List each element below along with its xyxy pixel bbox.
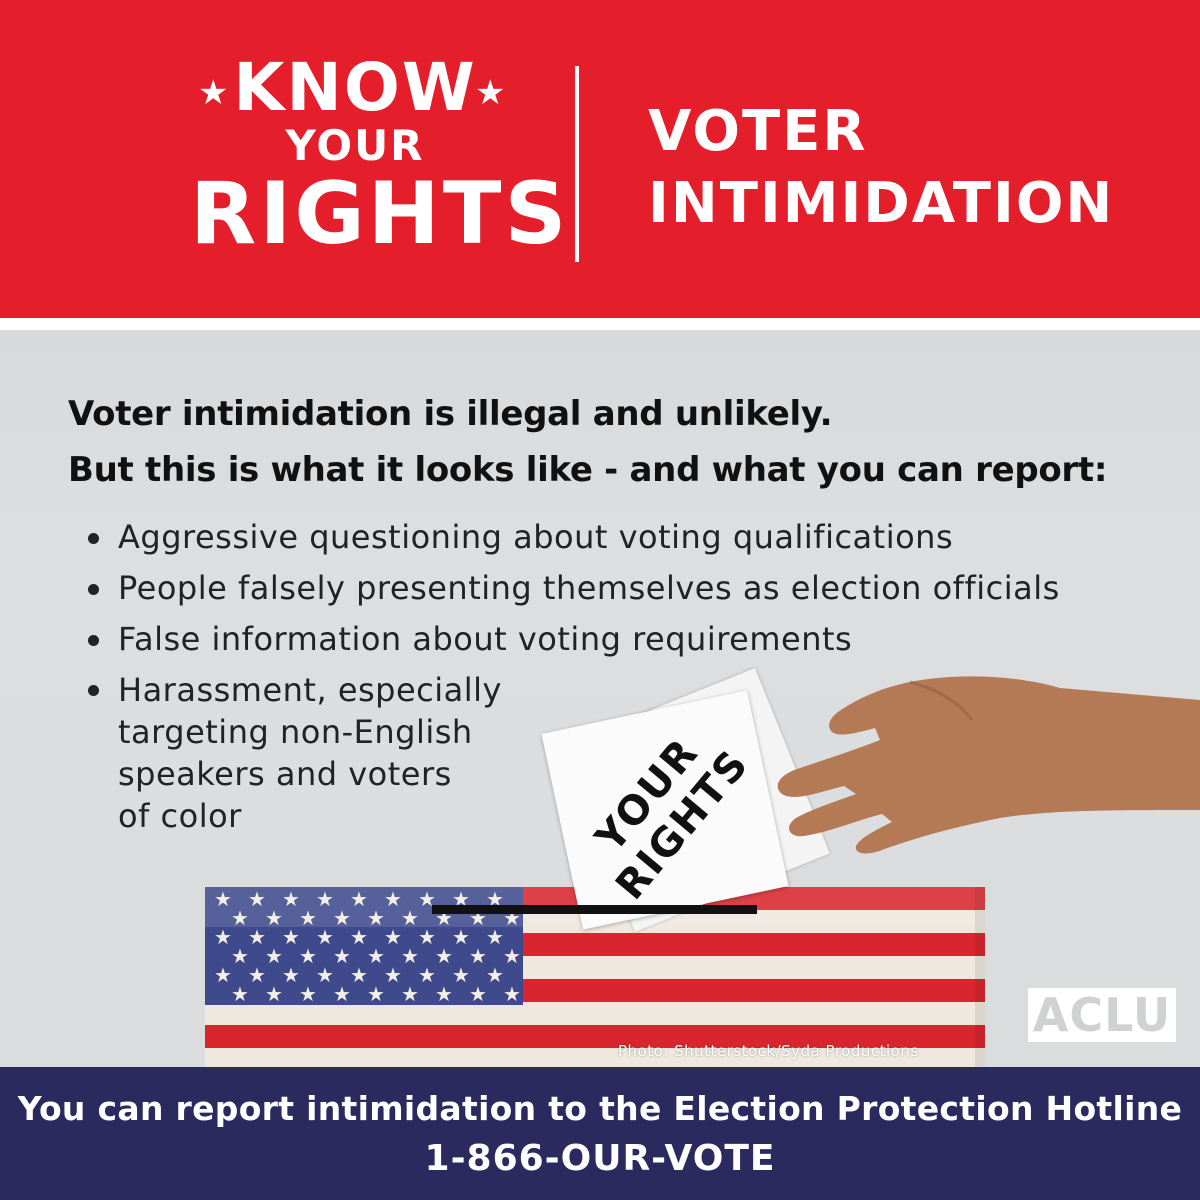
star-icon: ★ [282,925,300,949]
star-icon: ★ [299,906,317,930]
star-icon: ★ [214,925,232,949]
star-icon: ★ [367,944,385,968]
header-rule [0,318,1200,330]
star-icon: ★ [384,887,402,911]
header-banner: ★ ★ KNOW YOUR RIGHTS VOTER INTIMIDATION [0,0,1200,318]
list-item-line: targeting non-English [118,713,473,751]
star-icon: ★ [418,963,436,987]
star-icon: ★ [469,982,487,1006]
star-icon: ★ [333,944,351,968]
list-item: False information about voting requireme… [86,614,1060,665]
star-icon: ★ [231,982,249,1006]
star-icon: ★ [384,925,402,949]
star-icon: ★ [350,887,368,911]
hotline-number[interactable]: 1-866-OUR-VOTE [0,1137,1200,1181]
star-icon: ★ [435,982,453,1006]
list-item: Harassment, especially targeting non-Eng… [86,669,548,837]
header-divider [575,66,579,262]
star-icon: ★ [401,982,419,1006]
star-icon: ★ [299,982,317,1006]
aclu-logo: ACLU [1028,988,1176,1042]
list-item: People falsely presenting themselves as … [86,563,1060,614]
hand-icon [777,676,1200,854]
star-icon: ★ [469,944,487,968]
star-icon: ★ [367,982,385,1006]
star-icon: ★ [384,963,402,987]
badge-rights: RIGHTS [190,164,570,264]
star-icon: ★ [248,963,266,987]
star-icon: ★ [452,963,470,987]
star-icon: ★ [316,925,334,949]
star-icon: ★ [503,982,521,1006]
lead-line-1: Voter intimidation is illegal and unlike… [68,394,833,434]
footer-banner: You can report intimidation to the Elect… [0,1067,1200,1200]
star-icon: ★ [418,925,436,949]
star-icon: ★ [282,887,300,911]
star-icon: ★ [299,944,317,968]
star-icon: ★ [214,963,232,987]
star-icon: ★ [503,944,521,968]
star-icon: ★ [265,944,283,968]
footer-message: You can report intimidation to the Elect… [17,1089,1183,1128]
star-icon: ★ [282,963,300,987]
ballot-slot [432,905,757,914]
star-icon: ★ [316,963,334,987]
star-icon: ★ [401,906,419,930]
ballot-card: YOUR RIGHTS [541,690,789,930]
star-icon: ★ [401,944,419,968]
title-line-2: INTIMIDATION [648,171,1115,236]
star-icon: ★ [333,982,351,1006]
star-icon: ★ [231,944,249,968]
star-icon: ★ [316,887,334,911]
list-item-line: speakers and voters [118,755,452,793]
photo-credit: Photo: Shutterstock/Syda Productions [618,1042,919,1060]
list-item: Aggressive questioning about voting qual… [86,512,1060,563]
know-your-rights-badge: KNOW YOUR RIGHTS [190,49,570,264]
page-title: VOTER INTIMIDATION [648,96,1114,240]
star-icon: ★ [350,925,368,949]
lead-line-2: But this is what it looks like - and wha… [68,450,1108,490]
badge-your: YOUR [285,121,425,170]
star-icon: ★ [265,906,283,930]
list-item-line: Harassment, especially [118,671,502,709]
star-icon: ★ [486,925,504,949]
lead-text: Voter intimidation is illegal and unlike… [68,386,1168,498]
title-line-1: VOTER [648,99,868,164]
star-icon: ★ [367,906,385,930]
star-icon: ★ [486,963,504,987]
star-icon: ★ [231,906,249,930]
star-icon: ★ [214,887,232,911]
star-icon: ★ [350,963,368,987]
poster: ★ ★ KNOW YOUR RIGHTS VOTER INTIMIDATION … [0,0,1200,1200]
star-icon: ★ [452,925,470,949]
star-icon: ★ [248,925,266,949]
list-item-line: of color [118,797,242,835]
badge-know: KNOW [233,49,477,126]
star-icon: ★ [435,944,453,968]
star-icon: ★ [248,887,266,911]
star-icon: ★ [265,982,283,1006]
star-icon: ★ [333,906,351,930]
